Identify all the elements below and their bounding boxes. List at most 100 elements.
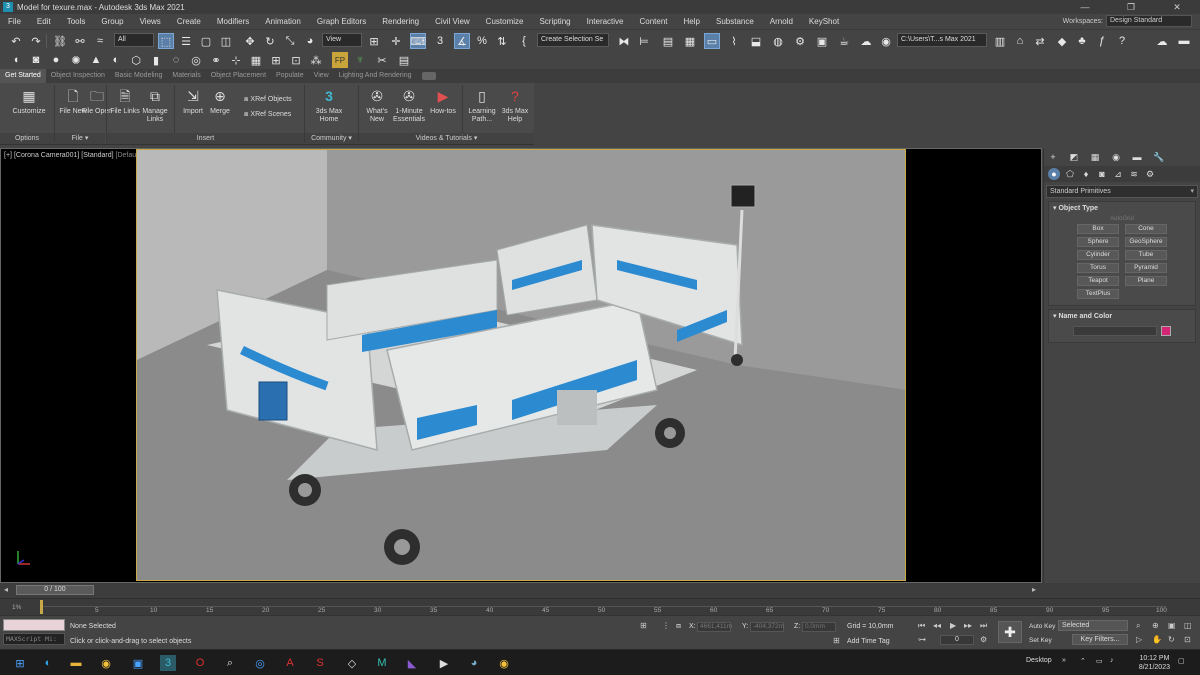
geometry-icon[interactable]: ● xyxy=(1048,168,1060,180)
menu-arnold[interactable]: Arnold xyxy=(762,17,801,26)
rotate-icon[interactable]: ↻ xyxy=(262,33,278,49)
menu-civil-view[interactable]: Civil View xyxy=(427,17,478,26)
chrome-alt-icon[interactable]: ◉ xyxy=(496,655,512,671)
one-minute-button[interactable]: ✇ 1-Minute Essentials xyxy=(392,86,426,130)
display-tab-icon[interactable]: ▬ xyxy=(1132,152,1142,162)
name-color-title[interactable]: ▾ Name and Color xyxy=(1049,310,1195,323)
manipulate-icon[interactable]: ✛ xyxy=(388,33,404,49)
absolute-mode-icon[interactable]: ⧈ xyxy=(676,621,681,631)
minimize-button[interactable]: — xyxy=(1062,0,1108,14)
create-tab-icon[interactable]: + xyxy=(1048,152,1058,162)
maximize-viewport-icon[interactable]: ⊡ xyxy=(1184,635,1191,644)
time-slider-thumb[interactable]: 0 / 100 xyxy=(16,585,94,595)
teapot-icon[interactable]: ◖ xyxy=(8,52,24,68)
tab-lighting-rendering[interactable]: Lighting And Rendering xyxy=(334,69,417,83)
edit-named-sets-icon[interactable]: { xyxy=(516,33,532,49)
y-coordinate-field[interactable]: -404,372m xyxy=(750,622,784,632)
zoom-icon[interactable]: ⌕ xyxy=(1136,621,1140,631)
viewport-scene[interactable] xyxy=(136,149,906,581)
pivot-center-icon[interactable]: ⊞ xyxy=(366,33,382,49)
ring-icon[interactable]: ◌ xyxy=(168,52,184,68)
menu-tools[interactable]: Tools xyxy=(59,17,94,26)
menu-rendering[interactable]: Rendering xyxy=(374,17,427,26)
maxscript-app-icon[interactable]: M xyxy=(374,655,390,671)
acrobat-icon[interactable]: A xyxy=(282,655,298,671)
render-cloud-icon[interactable]: ☁ xyxy=(858,33,874,49)
sun-icon[interactable]: ✺ xyxy=(68,52,84,68)
viewport-camera[interactable]: [Corona Camera001] xyxy=(14,152,79,159)
box-button[interactable]: Box xyxy=(1077,224,1119,234)
help-icon[interactable]: ? xyxy=(1114,33,1130,49)
keyboard-shortcut-icon[interactable]: ⌨ xyxy=(410,33,426,49)
blue-app-icon[interactable]: ◎ xyxy=(252,655,268,671)
max-help-button[interactable]: ? 3ds Max Help xyxy=(498,86,532,130)
torus-button[interactable]: Torus xyxy=(1077,263,1119,273)
undo-icon[interactable]: ↶ xyxy=(8,33,24,49)
network-icon[interactable]: ▭ xyxy=(1096,657,1103,665)
window-crossing-icon[interactable]: ◫ xyxy=(218,33,234,49)
3ds-max-taskbar-icon[interactable]: 3 xyxy=(160,655,176,671)
forest-pack-icon[interactable]: FP xyxy=(332,52,348,68)
time-slider[interactable]: ◂ 0 / 100 ▸ xyxy=(0,583,1200,598)
autogrid-checkbox[interactable]: AutoGrid xyxy=(1049,216,1195,222)
shapes-icon[interactable]: ⬠ xyxy=(1064,168,1076,180)
fov-icon[interactable]: ▷ xyxy=(1136,635,1142,644)
visual-studio-icon[interactable]: ◣ xyxy=(404,655,420,671)
scale-icon[interactable]: ⤡ xyxy=(282,33,298,49)
maxscript-mini-listener[interactable]: MAXScript Mi: xyxy=(3,633,65,645)
percent-snap-icon[interactable]: % xyxy=(474,33,490,49)
light-bulb-icon[interactable]: ● xyxy=(48,52,64,68)
select-by-name-icon[interactable]: ☰ xyxy=(178,33,194,49)
whats-new-button[interactable]: ✇ What's New xyxy=(360,86,394,130)
unlink-icon[interactable]: ⚯ xyxy=(72,33,88,49)
chrome-icon[interactable]: ◉ xyxy=(98,655,114,671)
group-community-label[interactable]: Community ▾ xyxy=(305,133,358,144)
rect-selection-icon[interactable]: ▢ xyxy=(198,33,214,49)
file-explorer-icon[interactable]: ▬ xyxy=(68,655,84,671)
menu-modifiers[interactable]: Modifiers xyxy=(209,17,257,26)
shape-icon[interactable]: ⬡ xyxy=(128,52,144,68)
opera-icon[interactable]: O xyxy=(192,655,208,671)
z-coordinate-field[interactable]: 0,0mm xyxy=(802,622,836,632)
goto-start-icon[interactable]: ⏮ xyxy=(918,621,925,631)
orbit-icon[interactable]: ↻ xyxy=(1168,635,1175,644)
bind-spacewarp-icon[interactable]: ≈ xyxy=(92,33,108,49)
auto-key-button[interactable]: Auto Key xyxy=(1027,621,1057,632)
goto-end-icon[interactable]: ⏭ xyxy=(980,621,987,631)
ribbon-options-toggle[interactable] xyxy=(422,72,437,80)
maximize-button[interactable]: ❐ xyxy=(1108,0,1154,14)
set-key-big-icon[interactable]: ✚ xyxy=(998,621,1022,643)
tab-object-inspection[interactable]: Object Inspection xyxy=(46,69,110,83)
notifications-icon[interactable]: ▢ xyxy=(1178,657,1185,665)
current-frame-field[interactable]: 0 xyxy=(940,635,974,645)
render-icon[interactable]: ☕ xyxy=(836,33,852,49)
volume-icon[interactable]: ♪ xyxy=(1110,657,1114,664)
grid-icon[interactable]: ▦ xyxy=(248,52,264,68)
object-type-title[interactable]: ▾ Object Type xyxy=(1049,202,1195,215)
current-frame-marker[interactable] xyxy=(40,600,43,614)
frame-icon[interactable]: ⊞ xyxy=(268,52,284,68)
layer-explorer-icon[interactable]: ▦ xyxy=(682,33,698,49)
object-color-swatch[interactable] xyxy=(1161,326,1171,336)
media-player-icon[interactable]: ▶ xyxy=(436,655,452,671)
menu-scripting[interactable]: Scripting xyxy=(531,17,578,26)
zoom-all-icon[interactable]: ⊕ xyxy=(1152,621,1159,630)
tray-up-icon[interactable]: ⌃ xyxy=(1080,657,1086,665)
reference-coord-dropdown[interactable]: View xyxy=(322,33,362,47)
file-links-button[interactable]: 🗎 File Links xyxy=(108,86,142,130)
textplus-button[interactable]: TextPlus xyxy=(1077,289,1119,299)
tab-get-started[interactable]: Get Started xyxy=(0,69,46,83)
time-tag-icon[interactable]: ⊞ xyxy=(833,636,840,645)
cylinder-icon[interactable]: ▮ xyxy=(148,52,164,68)
viewport-standard[interactable]: [Standard] xyxy=(81,152,113,159)
link-icon[interactable]: ⛓ xyxy=(52,33,68,49)
search-app-icon[interactable]: ⌕ xyxy=(222,655,238,671)
max-home-button[interactable]: 3 3ds Max Home xyxy=(312,86,346,130)
close-button[interactable]: ✕ xyxy=(1154,0,1200,14)
spinner-snap-icon[interactable]: ⇅ xyxy=(494,33,510,49)
customize-button[interactable]: ▦ Customize xyxy=(12,86,46,130)
merge-button[interactable]: ⊕ Merge xyxy=(203,86,237,130)
x-coordinate-field[interactable]: 4661,411m xyxy=(697,622,732,632)
menu-substance[interactable]: Substance xyxy=(708,17,762,26)
prev-frame-icon[interactable]: ◂ xyxy=(4,585,8,594)
